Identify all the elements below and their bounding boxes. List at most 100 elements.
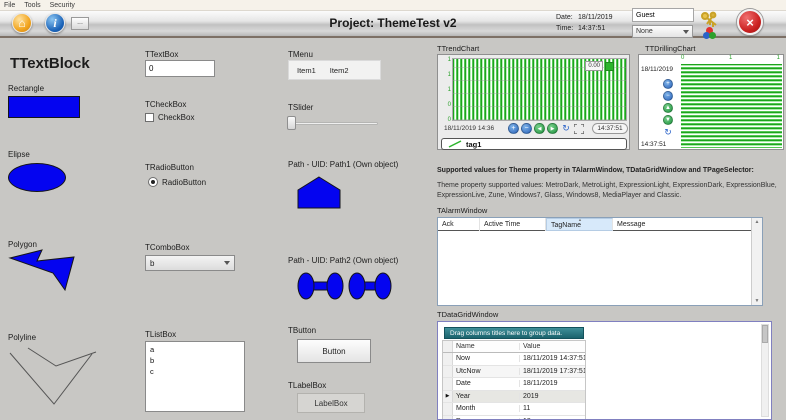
checkbox[interactable]: CheckBox [145,113,194,122]
cell-name: UtcNow [453,368,519,375]
rectangle-label: Rectangle [8,84,44,93]
list-item[interactable]: a [150,344,240,355]
minus-icon: − [666,93,670,99]
zoom-in-button[interactable]: + [663,79,673,89]
trend-legend[interactable]: tag1 [441,138,627,150]
pan-down-button[interactable]: ▼ [663,115,673,125]
table-row-selected[interactable]: ▶ Year 2019 [443,391,585,404]
arrow-up-icon: ▲ [665,105,671,111]
listbox[interactable]: a b c [145,341,245,412]
zoom-out-button[interactable]: − [663,91,673,101]
plus-icon: + [511,125,515,132]
menu-item-tools[interactable]: Tools [24,2,40,9]
table-row[interactable]: Now 18/11/2019 14:37:51... [443,353,585,366]
button[interactable]: Button [297,339,371,363]
zoom-in-button[interactable]: + [508,123,519,134]
theme-note-body: Theme property supported values: MetroDa… [437,181,786,201]
datagrid-scrollbar[interactable] [761,324,769,417]
polyline-label: Polyline [8,333,36,342]
polygon-shape [8,248,80,292]
pan-left-button[interactable]: ◀ [534,123,545,134]
trend-plot-area: 0.00 [452,58,627,121]
tradiobutton-label: TRadioButton [145,163,194,172]
radio-button[interactable]: RadioButton [148,177,206,187]
theme-selector[interactable]: None [632,25,693,38]
column-header-value[interactable]: Value [519,343,585,350]
list-item[interactable]: c [150,366,240,377]
alarm-window: Ack Active Time TagName ▲ Message ▲ ▼ [437,217,763,306]
labelbox: LabelBox [297,393,365,413]
tmenu: Item1 Item2 [288,60,381,80]
refresh-icon[interactable]: ↻ [560,123,572,134]
path1-label: Path - UID: Path1 (Own object) [288,160,398,169]
zoom-out-button[interactable]: − [521,123,532,134]
path2-label: Path - UID: Path2 (Own object) [288,256,398,265]
scrollbar-thumb[interactable] [762,325,768,343]
trend-chart: 1 1 1 0 0 0.00 18/11/2019 14:36 + − ◀ ▶ … [437,54,630,150]
cell-value: 2019 [519,393,585,400]
rectangle-shape [8,96,80,118]
theme-selector-value: None [636,28,653,35]
column-header-name[interactable]: Name [453,343,519,350]
tmenu-item2[interactable]: Item2 [330,66,349,75]
checkbox-box[interactable] [145,113,154,122]
pan-right-button[interactable]: ▶ [547,123,558,134]
table-row[interactable]: Date 18/11/2019 [443,378,585,391]
path2-dumbbell-shape [297,271,392,301]
tlistbox-label: TListBox [145,330,176,339]
trend-toolbar: 18/11/2019 14:36 + − ◀ ▶ ↻ 14:37:51 [438,123,631,136]
keys-icon[interactable] [699,11,719,28]
column-header-message[interactable]: Message [613,218,751,231]
tmenu-item1[interactable]: Item1 [297,66,316,75]
group-by-bar[interactable]: Drag columns titles here to group data. [444,327,584,339]
pan-up-button[interactable]: ▲ [663,103,673,113]
alarm-scrollbar[interactable]: ▲ ▼ [751,218,762,305]
menu-item-security[interactable]: Security [50,2,75,9]
cell-name: Month [453,405,519,412]
scroll-up-icon[interactable]: ▲ [752,219,762,225]
textbox-input[interactable] [145,60,215,77]
ttextblock: TTextBlock [10,55,90,72]
drilling-side-panel: 18/11/2019 + − ▲ ▼ ↻ 14:37:51 [639,64,681,149]
table-row[interactable]: Day 18 [443,416,585,420]
cell-value: 18/11/2019 17:37:51... [519,368,585,375]
radio-circle[interactable] [148,177,158,187]
tslider-label: TSlider [288,103,313,112]
x-tick: 1 [729,55,732,61]
date-value: 18/11/2019 [578,14,613,21]
date-label: Date: [556,14,573,21]
column-header-ack[interactable]: Ack [438,218,480,231]
cell-value: 18/11/2019 [519,380,585,387]
path1-pentagon-shape [297,176,341,209]
table-row[interactable]: UtcNow 18/11/2019 17:37:51... [443,366,585,379]
button-text: Button [322,347,345,356]
alarm-header-row: Ack Active Time TagName ▲ Message [438,218,751,231]
y-tick: 1 [442,72,451,78]
slider-thumb[interactable] [287,116,296,130]
table-row[interactable]: Month 11 [443,403,585,416]
menu-item-file[interactable]: File [4,2,15,9]
scroll-down-icon[interactable]: ▼ [752,298,762,304]
tcombobox-label: TComboBox [145,243,189,252]
fullscreen-icon[interactable] [574,124,584,134]
arrow-right-icon: ▶ [551,126,555,132]
row-indicator [443,353,453,365]
cell-value: 18/11/2019 14:37:51... [519,355,585,362]
list-item[interactable]: b [150,355,240,366]
checkbox-item-label: CheckBox [158,113,194,122]
close-button[interactable]: × [737,9,763,35]
trend-value-swatch [605,62,614,71]
labelbox-text: LabelBox [314,399,347,408]
cell-name: Date [453,380,519,387]
trend-current-value: 0.00 [585,61,614,71]
refresh-icon[interactable]: ↻ [663,127,673,137]
row-indicator [443,366,453,378]
slider-track[interactable] [288,122,378,125]
column-header-active-time[interactable]: Active Time [480,218,546,231]
legend-tag-name: tag1 [466,140,481,149]
combobox[interactable]: b [145,255,235,271]
y-tick: 0 [442,102,451,108]
user-input[interactable] [632,8,694,22]
palette-icon[interactable] [703,27,717,39]
arrow-down-icon: ▼ [665,117,671,123]
